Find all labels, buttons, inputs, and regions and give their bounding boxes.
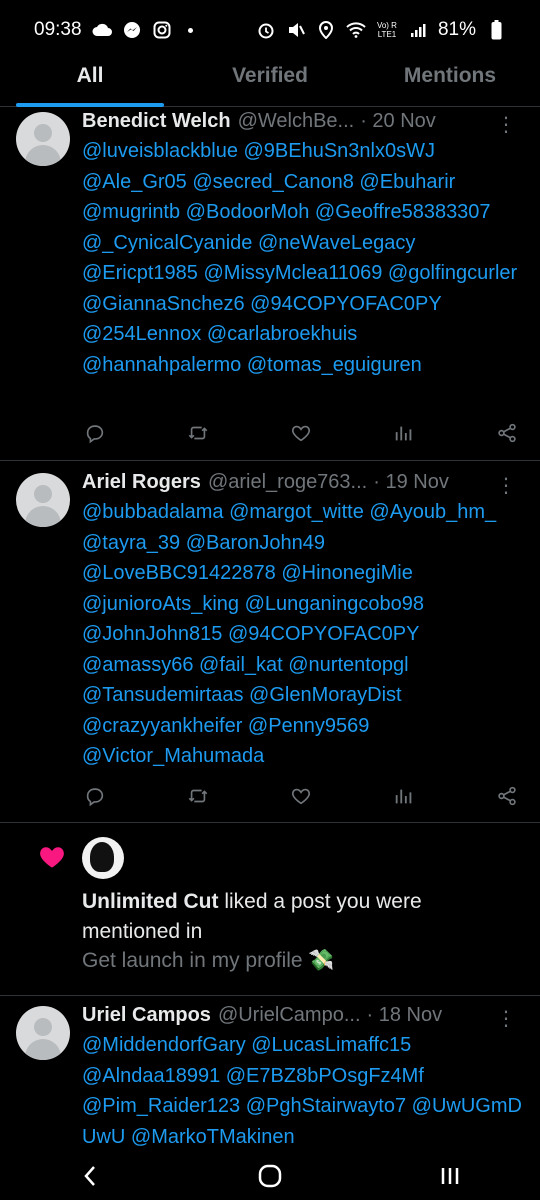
post-date: · 20 Nov <box>360 110 436 132</box>
back-icon[interactable] <box>70 1156 110 1196</box>
post-actions <box>82 420 520 446</box>
post-date: · 18 Nov <box>366 1004 443 1026</box>
status-left: 09:38 <box>34 19 193 41</box>
post-text[interactable]: @bubbadalama @margot_witte @Ayoub_hm_ @t… <box>82 497 522 772</box>
system-navigation-bar <box>0 1152 540 1200</box>
post[interactable]: Uriel Campos @UrielCampo... · 18 Nov ⋮ @… <box>0 996 540 1152</box>
repost-icon[interactable] <box>185 420 211 446</box>
notification-text: Unlimited Cut liked a post you were ment… <box>82 887 502 947</box>
more-options-icon[interactable]: ⋮ <box>496 473 516 498</box>
more-options-icon[interactable]: ⋮ <box>496 1006 516 1031</box>
notification-dot <box>187 27 193 33</box>
avatar-head <box>34 124 52 142</box>
notification-feed[interactable]: Benedict Welch @WelchBe... · 20 Nov ⋮ @l… <box>0 106 540 1152</box>
heart-icon <box>38 843 66 871</box>
post-actions <box>82 783 520 809</box>
status-bar: 09:38 Vo) R LTE1 81% <box>0 0 540 60</box>
tab-mentions-label: Mentions <box>403 64 497 87</box>
mute-icon <box>286 20 306 40</box>
instagram-icon <box>152 20 172 40</box>
network-label: Vo) R LTE1 <box>376 21 397 39</box>
battery-icon <box>486 20 506 40</box>
views-icon[interactable] <box>391 420 417 446</box>
avatar-body <box>25 145 61 166</box>
author-name[interactable]: Benedict Welch <box>82 110 231 133</box>
liked-post-preview[interactable]: Get launch in my profile 💸 <box>82 949 335 973</box>
tab-all-label: All <box>76 64 104 87</box>
location-icon <box>316 20 336 40</box>
avatar[interactable] <box>16 473 70 527</box>
tab-verified[interactable]: Verified <box>180 60 360 106</box>
author-name[interactable]: Uriel Campos <box>82 1004 211 1027</box>
author-name[interactable]: Ariel Rogers <box>82 471 201 494</box>
avatar-silhouette <box>90 842 114 872</box>
avatar-head <box>34 485 52 503</box>
avatar-body <box>25 506 61 527</box>
avatar-head <box>34 1018 52 1036</box>
post-text[interactable]: @MiddendorfGary @LucasLimaffc15 @Alndaa1… <box>82 1030 522 1152</box>
signal-icon <box>408 20 428 40</box>
repost-icon[interactable] <box>185 783 211 809</box>
like-notification[interactable]: Unlimited Cut liked a post you were ment… <box>0 823 540 996</box>
home-icon[interactable] <box>250 1156 290 1196</box>
cloud-icon <box>92 20 112 40</box>
more-options-icon[interactable]: ⋮ <box>496 112 516 137</box>
avatar[interactable] <box>16 1006 70 1060</box>
tab-verified-label: Verified <box>232 64 308 87</box>
wifi-icon <box>346 20 366 40</box>
notification-tabs: All Verified Mentions <box>0 60 540 107</box>
battery-percent: 81% <box>437 19 476 40</box>
reply-icon[interactable] <box>82 783 108 809</box>
avatar-body <box>25 1039 61 1060</box>
post-header: Ariel Rogers @ariel_roge763... · 19 Nov <box>82 471 520 494</box>
post[interactable]: Ariel Rogers @ariel_roge763... · 19 Nov … <box>0 461 540 823</box>
liker-name[interactable]: Unlimited Cut <box>82 890 219 913</box>
tab-mentions[interactable]: Mentions <box>360 60 540 106</box>
messenger-icon <box>122 20 142 40</box>
like-icon[interactable] <box>288 783 314 809</box>
alarm-icon <box>256 20 276 40</box>
views-icon[interactable] <box>391 783 417 809</box>
avatar[interactable] <box>16 112 70 166</box>
post-header: Uriel Campos @UrielCampo... · 18 Nov <box>82 1004 520 1027</box>
post-text[interactable]: @luveisblackblue @9BEhuSn3nlx0sWJ @Ale_G… <box>82 136 522 380</box>
author-handle[interactable]: @WelchBe... <box>238 110 355 133</box>
post-date: · 19 Nov <box>373 471 449 493</box>
like-icon[interactable] <box>288 420 314 446</box>
share-icon[interactable] <box>494 420 520 446</box>
author-handle[interactable]: @ariel_roge763... <box>208 471 367 494</box>
status-right: Vo) R LTE1 81% <box>256 19 506 41</box>
recent-apps-icon[interactable] <box>430 1156 470 1196</box>
author-handle[interactable]: @UrielCampo... <box>218 1004 361 1027</box>
tab-all[interactable]: All <box>0 60 180 107</box>
liker-avatar[interactable] <box>82 837 124 879</box>
share-icon[interactable] <box>494 783 520 809</box>
post-header: Benedict Welch @WelchBe... · 20 Nov <box>82 110 520 133</box>
post[interactable]: Benedict Welch @WelchBe... · 20 Nov ⋮ @l… <box>0 106 540 461</box>
reply-icon[interactable] <box>82 420 108 446</box>
clock: 09:38 <box>34 19 82 40</box>
